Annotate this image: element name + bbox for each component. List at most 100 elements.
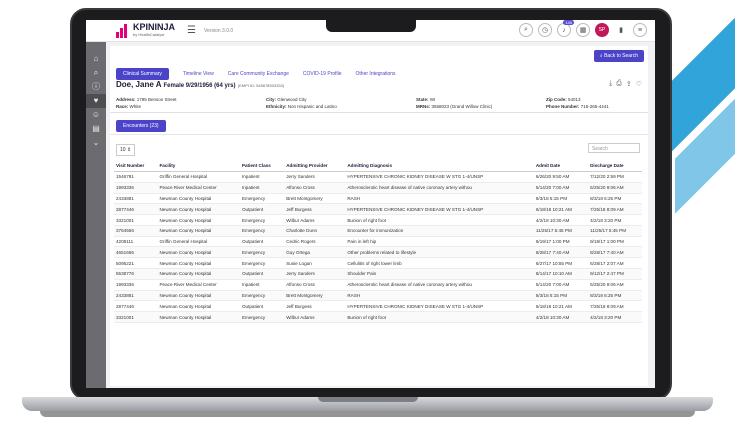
table-cell: 5095221 bbox=[114, 257, 158, 270]
table-cell: HYPERTENSIVE CHRONIC KIDNEY DISEASE W ST… bbox=[345, 203, 534, 216]
divider bbox=[110, 112, 648, 113]
table-cell: 8/3/18 5:15 PM bbox=[533, 290, 589, 302]
table-cell: 1546781 bbox=[114, 171, 158, 183]
table-cell: 4/2/18 3:20 PM bbox=[588, 214, 642, 226]
table-cell: Emergency bbox=[239, 246, 285, 259]
search-sidebar-icon[interactable]: ⌕ bbox=[86, 66, 106, 80]
table-cell: 7/25/18 8:09 AM bbox=[588, 203, 642, 216]
notifications-icon[interactable]: ♪ 145 bbox=[557, 20, 574, 37]
menu-icon[interactable]: ≡ bbox=[633, 23, 647, 37]
search-icon[interactable]: ⌕ bbox=[519, 23, 533, 37]
patient-demographics: Address: 1795 Benson Street City: Glenwo… bbox=[116, 97, 609, 109]
table-cell: Newman County Hospital bbox=[157, 300, 240, 313]
tab-care-community-exchange[interactable]: Care Community Exchange bbox=[228, 69, 289, 79]
table-cell: 11/25/17 5:45 PM bbox=[588, 225, 642, 237]
table-cell: 4/2/18 10:30 AM bbox=[533, 214, 589, 226]
patient-summary: Female 9/29/1956 (64 yrs) bbox=[163, 83, 236, 89]
table-cell: Emergency bbox=[239, 225, 285, 237]
user-avatar[interactable]: SP bbox=[595, 23, 609, 37]
table-cell: 9/19/17 1:00 PM bbox=[588, 236, 642, 248]
chevron-down-icon[interactable]: ⌄ bbox=[86, 136, 106, 150]
tab-clinical-summary[interactable]: Clinical Summary bbox=[116, 68, 169, 80]
table-row[interactable]: 5538776 Newman County Hospital Outpatient J… bbox=[114, 268, 642, 280]
table-cell: 8/28/17 7:40 AM bbox=[588, 246, 642, 259]
column-header[interactable]: Patient Class bbox=[239, 160, 285, 172]
table-cell: 2877446 bbox=[114, 203, 158, 216]
table-cell: Atherosclerotic heart disease of native … bbox=[345, 182, 534, 194]
clipboard-icon[interactable]: ▤ bbox=[86, 122, 106, 136]
main-panel: ⌕ Back to Search Clinical Summary Timeli… bbox=[110, 46, 648, 386]
info-icon[interactable]: ⓘ bbox=[86, 80, 106, 94]
heart-icon[interactable]: ♥ bbox=[86, 94, 106, 108]
table-cell: Newman County Hospital bbox=[157, 268, 240, 280]
table-row[interactable]: 4208111 Griffin General Hospital Outpatien… bbox=[114, 236, 642, 248]
table-cell: 8/3/18 6:25 PM bbox=[588, 290, 642, 302]
table-cell: 6/26/20 9:50 AM bbox=[533, 171, 589, 183]
encounters-search-input[interactable]: Search bbox=[588, 143, 640, 153]
table-row[interactable]: 3764556 Newman County Hospital Emergency Ch… bbox=[114, 225, 642, 237]
table-row[interactable]: 2877446 Newman County Hospital Outpatient J… bbox=[114, 300, 642, 313]
page-length-select[interactable]: 10 ⇕ bbox=[116, 144, 136, 156]
table-cell: Griffin General Hospital bbox=[157, 236, 240, 248]
table-row[interactable]: 3321001 Newman County Hospital Emergency Wi… bbox=[114, 311, 642, 323]
tab-timeline-view[interactable]: Timeline View bbox=[183, 69, 214, 79]
column-header[interactable]: Admitting Provider bbox=[284, 160, 346, 172]
table-row[interactable]: 2433881 Newman County Hospital Emergency Br… bbox=[114, 193, 642, 205]
user-icon[interactable]: ☺ bbox=[86, 108, 106, 122]
encounters-button[interactable]: Encounters (23) bbox=[116, 120, 166, 132]
table-row[interactable]: 3321001 Newman County Hospital Emergency Wi… bbox=[114, 214, 642, 226]
back-to-search-button[interactable]: ⌕ Back to Search bbox=[593, 50, 644, 62]
patient-mrns: 3558023 (Grand Willow Clinic) bbox=[431, 104, 493, 109]
history-icon[interactable]: ◷ bbox=[538, 23, 552, 37]
column-header[interactable]: Admit Date bbox=[533, 160, 589, 172]
table-row[interactable]: 4651666 Newman County Hospital Emergency Gu… bbox=[114, 246, 642, 259]
column-header[interactable]: Visit Number bbox=[114, 160, 158, 172]
table-cell: Other problems related to lifestyle bbox=[345, 246, 534, 259]
share-icon[interactable]: ⇪ bbox=[626, 80, 632, 88]
table-cell: Newman County Hospital bbox=[157, 246, 240, 259]
table-row[interactable]: 1546781 Griffin General Hospital Inpatient… bbox=[114, 171, 642, 183]
table-cell: Cedric Rogers bbox=[284, 236, 346, 248]
patient-state: WI bbox=[429, 97, 436, 102]
table-cell: Inpatient bbox=[239, 182, 285, 194]
table-cell: Alfonso Cross bbox=[284, 279, 346, 291]
download-icon[interactable]: ⤓ bbox=[609, 80, 612, 88]
table-cell: 3321001 bbox=[114, 311, 158, 323]
table-row[interactable]: 1993336 Peace River Medical Center Inpatie… bbox=[114, 279, 642, 291]
table-cell: 4/2/18 10:30 AM bbox=[533, 311, 589, 323]
table-cell: Peace River Medical Center bbox=[157, 182, 240, 194]
logo-small-icon: ▮ bbox=[614, 23, 628, 37]
table-row[interactable]: 2877446 Newman County Hospital Outpatient J… bbox=[114, 203, 642, 216]
table-row[interactable]: 1993336 Peace River Medical Center Inpatie… bbox=[114, 182, 642, 194]
table-cell: Cellulitis of right lower limb bbox=[345, 257, 534, 270]
sidebar: ⌂ ⌕ ⓘ ♥ ☺ ▤ ⌄ bbox=[86, 42, 106, 388]
table-cell: Atherosclerotic heart disease of native … bbox=[345, 279, 534, 291]
table-row[interactable]: 2433881 Newman County Hospital Emergency Br… bbox=[114, 290, 642, 302]
encounters-table: Visit Number Facility Patient Class Admitti… bbox=[114, 160, 642, 323]
table-cell: Outpatient bbox=[239, 300, 285, 313]
table-cell: Brett Montgomery bbox=[284, 193, 346, 205]
table-cell: 1993336 bbox=[114, 182, 158, 194]
column-header[interactable]: Discharge Date bbox=[588, 160, 642, 172]
table-cell: Charlotte Dunn bbox=[284, 225, 346, 237]
column-header[interactable]: Facility bbox=[157, 160, 240, 172]
table-cell: Newman County Hospital bbox=[157, 290, 240, 302]
table-cell: 7/12/20 2:59 PM bbox=[588, 171, 642, 183]
table-cell: Wilbur Adams bbox=[284, 214, 346, 226]
table-cell: Outpatient bbox=[239, 203, 285, 216]
tab-covid-profile[interactable]: COVID-19 Profile bbox=[303, 69, 342, 79]
table-cell: 6/28/17 2:07 AM bbox=[588, 257, 642, 270]
patient-city: Glenwood City bbox=[277, 97, 307, 102]
hamburger-menu-icon[interactable]: ☰ bbox=[187, 25, 196, 36]
table-row[interactable]: 5095221 Newman County Hospital Emergency Su… bbox=[114, 257, 642, 270]
table-cell: 6/18/18 10:21 AM bbox=[533, 203, 589, 216]
app-logo[interactable]: KPININJA by HealthCatalyst bbox=[116, 22, 175, 39]
favorite-icon[interactable]: ♡ bbox=[636, 80, 642, 88]
table-cell: Newman County Hospital bbox=[157, 257, 240, 270]
column-header[interactable]: Admitting Diagnosis bbox=[345, 160, 534, 172]
table-cell: Griffin General Hospital bbox=[157, 171, 240, 183]
tab-other-integrations[interactable]: Other Integrations bbox=[356, 69, 396, 79]
print-icon[interactable]: ⎙ bbox=[616, 80, 622, 88]
apps-grid-icon[interactable]: ▦ bbox=[576, 23, 590, 37]
home-icon[interactable]: ⌂ bbox=[86, 52, 106, 66]
